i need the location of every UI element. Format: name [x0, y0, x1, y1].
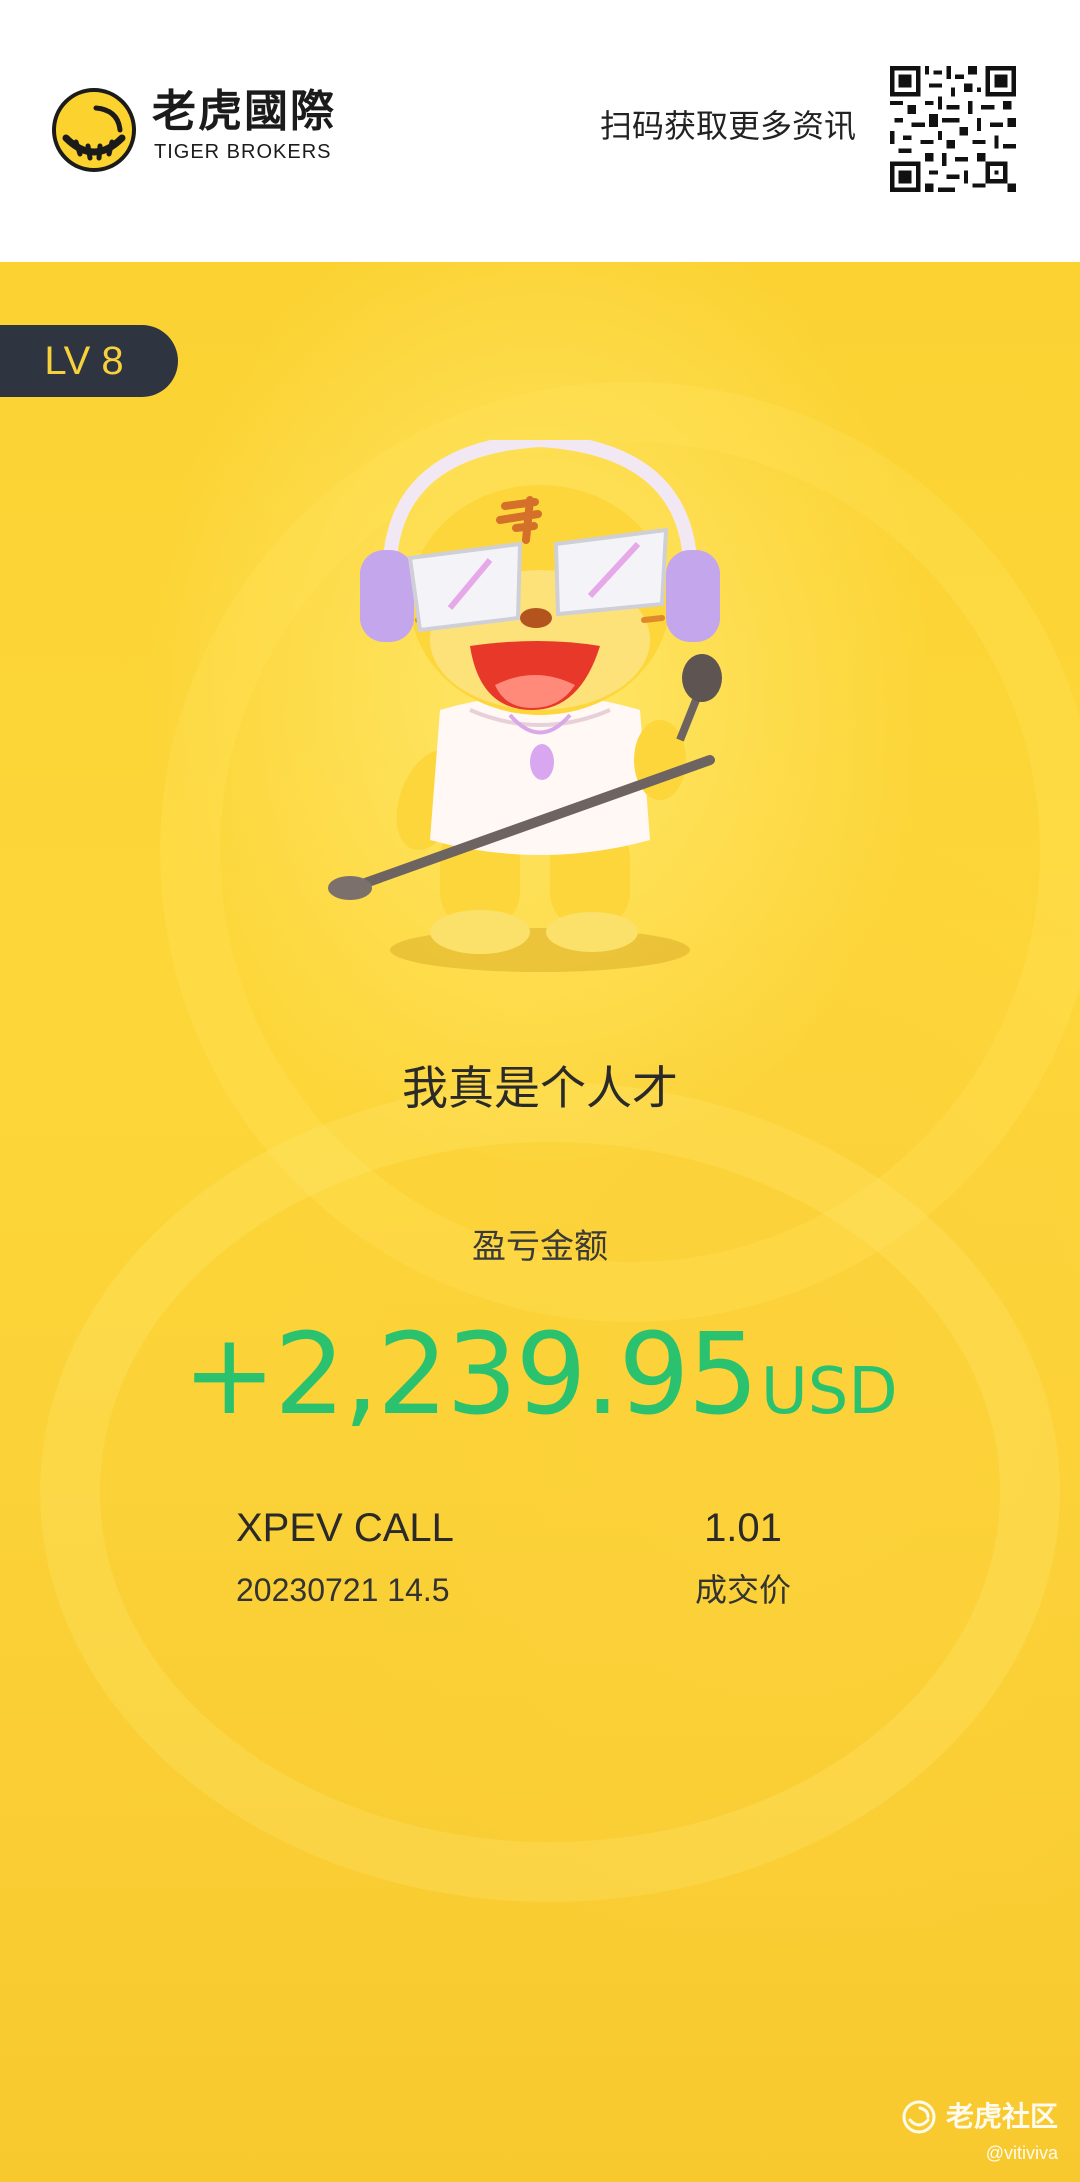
trade-price-value: 1.01 [704, 1506, 782, 1550]
watermark-text: 老虎社区 [945, 2100, 1058, 2133]
tiger-logo-icon [52, 88, 136, 172]
community-watermark: 老虎社区 [902, 2100, 1058, 2134]
achievement-slogan: 我真是个人才 [402, 1061, 678, 1115]
pnl-currency: USD [760, 1355, 898, 1429]
trade-price-label: 成交价 [694, 1571, 791, 1609]
pnl-label: 盈亏金额 [472, 1227, 608, 1267]
background-swirl [40, 1082, 1060, 1902]
brand-name-en: TIGER BROKERS [154, 141, 332, 163]
pnl-value-row: +2,239.95USD [0, 1310, 1080, 1457]
option-contract-detail: 20230721 14.5 [236, 1572, 450, 1608]
tiger-mascot-illustration [328, 440, 722, 972]
level-badge: LV 8 [0, 325, 178, 397]
pnl-amount: +2,239.95 [182, 1310, 759, 1440]
profit-share-card: LV 8 我真是个人才 盈亏金额 +2,239.95USD XPEV CALL … [0, 262, 1080, 2182]
brand-header: 老虎國際 TIGER BROKERS 扫码获取更多资讯 [0, 0, 1080, 262]
tiger-community-icon [902, 2100, 936, 2134]
scan-prompt-text: 扫码获取更多资讯 [600, 107, 857, 145]
share-card-page: 老虎國際 TIGER BROKERS 扫码获取更多资讯 LV 8 我真是个人才 … [0, 0, 1080, 2182]
brand-name-cn: 老虎國際 [152, 86, 336, 137]
option-ticker: XPEV CALL [236, 1506, 454, 1550]
watermark-username: @vitiviva [985, 2143, 1058, 2163]
qr-code-icon[interactable] [890, 66, 1016, 192]
